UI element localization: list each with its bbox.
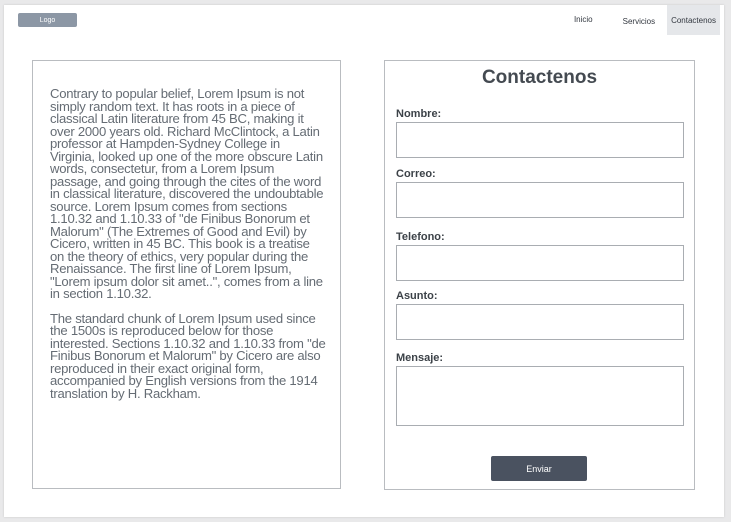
phone-field[interactable]: [396, 245, 684, 281]
nav-item-contactenos[interactable]: Contactenos: [667, 5, 720, 35]
name-field[interactable]: [396, 122, 684, 158]
article-paragraph: Contrary to popular belief, Lorem Ipsum …: [50, 86, 324, 301]
nav-item-inicio[interactable]: Inicio: [568, 5, 599, 35]
main-nav: Inicio Servicios Contactenos: [568, 5, 720, 35]
nav-item-servicios[interactable]: Servicios: [617, 5, 661, 35]
submit-button[interactable]: Enviar: [491, 456, 587, 481]
form-title: Contactenos: [481, 67, 598, 88]
subject-field[interactable]: [396, 304, 684, 340]
subject-label: Asunto:: [396, 290, 438, 302]
page: Logo Inicio Servicios Contactenos Contra…: [4, 5, 724, 517]
phone-label: Telefono:: [396, 231, 445, 243]
email-label: Correo:: [396, 168, 436, 180]
email-field[interactable]: [396, 182, 684, 218]
message-label: Mensaje:: [396, 352, 444, 364]
name-label: Nombre:: [396, 108, 442, 120]
message-field[interactable]: [396, 366, 684, 426]
logo[interactable]: Logo: [18, 13, 77, 27]
article-paragraph: The standard chunk of Lorem Ipsum used s…: [50, 310, 326, 401]
contact-form: Contactenos Nombre: Correo: Telefono: As…: [384, 60, 695, 490]
article-panel: Contrary to popular belief, Lorem Ipsum …: [32, 60, 341, 489]
